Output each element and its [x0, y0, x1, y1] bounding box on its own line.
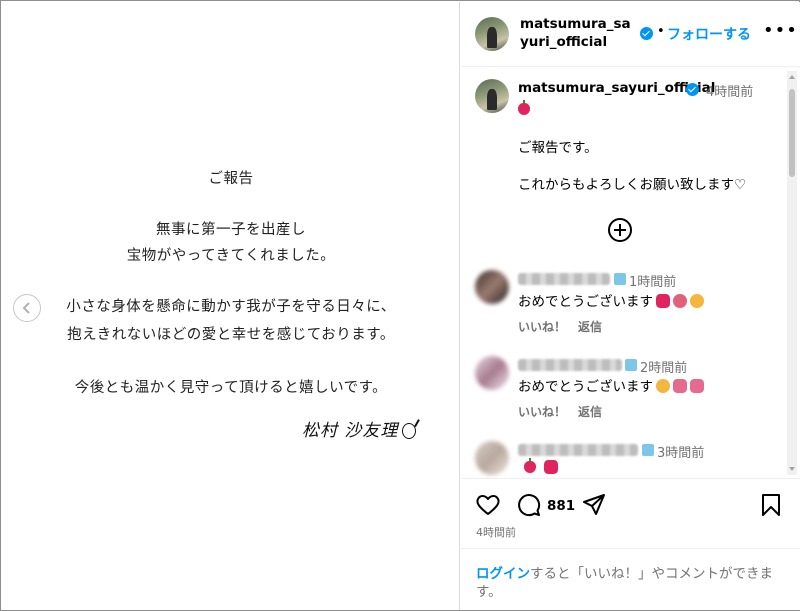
letter-line: 今後とも温かく見守って頂けると嬉しいです。 [74, 380, 388, 396]
handwritten-signature: 松村 沙友理 [302, 416, 417, 441]
like-heart-icon[interactable] [475, 493, 501, 517]
comment-avatar[interactable] [475, 441, 509, 475]
post-dialog: ご報告 無事に第一子を出産し 宝物がやってきてくれました。 小さな身体を懸命に動… [0, 0, 800, 611]
comment-badge-icon [642, 444, 654, 456]
share-paper-plane-icon[interactable] [582, 493, 606, 517]
login-prompt-text: ログインすると「いいね！」やコメントができます。 [476, 565, 786, 601]
post-caption: matsumura_sayuri_official 4時間前 ご報告です。 これ… [461, 68, 800, 193]
apple-doodle-icon [402, 423, 417, 439]
comments-scrollbar[interactable] [787, 71, 797, 475]
comment-username-blurred[interactable] [518, 359, 622, 371]
comment-badge-icon [614, 273, 626, 285]
follow-button[interactable]: フォローする [667, 24, 751, 44]
load-more-comments-icon[interactable] [608, 218, 632, 242]
like-comment-button[interactable]: いいね！ [518, 405, 566, 419]
reply-button[interactable]: 返信 [578, 320, 602, 334]
verified-badge-icon [686, 83, 699, 96]
like-comment-button[interactable]: いいね！ [518, 320, 566, 334]
letter-line: 宝物がやってきてくれました。 [126, 248, 336, 264]
heart-emoji-icon [656, 294, 670, 308]
comment-badge-icon [625, 359, 637, 371]
login-prompt: ログインすると「いいね！」やコメントができます。 [461, 548, 800, 610]
bouquet-emoji-icon [673, 379, 687, 393]
comment-avatar[interactable] [475, 270, 509, 304]
comments-section[interactable]: matsumura_sayuri_official 4時間前 ご報告です。 これ… [461, 68, 800, 478]
baby-emoji-icon [656, 379, 670, 393]
celebrate-emoji-icon [673, 294, 687, 308]
post-header: matsumura_sayuri_official • フォローする ••• [461, 2, 800, 67]
announcement-letter: ご報告 無事に第一子を出産し 宝物がやってきてくれました。 小さな身体を懸命に動… [2, 2, 460, 610]
scrollbar-thumb[interactable] [789, 89, 795, 177]
comment-bubble-icon[interactable] [516, 492, 542, 518]
post-timestamp[interactable]: 4時間前 [476, 524, 516, 540]
verified-badge-icon [640, 27, 653, 40]
more-options-icon[interactable]: ••• [763, 20, 798, 41]
caption-avatar[interactable] [475, 79, 509, 113]
caption-line: これからもよろしくお願い致します♡ [518, 177, 747, 193]
carousel-prev-button[interactable] [13, 294, 41, 322]
comment-text-label: おめでとうございます [518, 294, 653, 310]
scroll-down-arrow-icon[interactable] [789, 467, 795, 471]
comment-actions: いいね！ 返信 [518, 403, 614, 420]
comment-text-label: おめでとうございます [518, 379, 653, 395]
comment-text: おめでとうございます [518, 375, 704, 395]
login-link[interactable]: ログイン [476, 566, 530, 582]
letter-line: 抱えきれないほどの愛と幸せを感じております。 [67, 327, 395, 343]
post-actions: 881 4時間前 [461, 478, 800, 548]
bouquet-emoji-icon [690, 379, 704, 393]
comment-timestamp[interactable]: 1時間前 [629, 271, 676, 290]
separator-dot: • [657, 24, 665, 39]
apple-emoji-icon [518, 100, 530, 115]
signature-text: 松村 沙友理 [302, 421, 399, 441]
chevron-left-icon [22, 302, 30, 314]
comment-actions: いいね！ 返信 [518, 318, 614, 335]
apple-emoji-icon [524, 458, 536, 473]
caption-timestamp[interactable]: 4時間前 [706, 81, 753, 100]
caption-line: ご報告です。 [518, 140, 598, 156]
letter-line: 無事に第一子を出産し [156, 222, 306, 238]
profile-avatar[interactable] [475, 17, 509, 51]
scroll-up-arrow-icon[interactable] [789, 75, 795, 79]
comment-timestamp[interactable]: 2時間前 [640, 357, 687, 376]
comment-avatar[interactable] [475, 356, 509, 390]
comment-count: 881 [547, 498, 576, 514]
heart-emoji-icon [544, 460, 558, 474]
post-side-panel: matsumura_sayuri_official • フォローする ••• m… [461, 2, 800, 610]
comment-username-blurred[interactable] [518, 273, 610, 285]
comment-text: おめでとうございます [518, 290, 704, 310]
save-bookmark-icon[interactable] [761, 493, 781, 517]
header-username[interactable]: matsumura_sayuri_official [520, 15, 638, 51]
post-image: ご報告 無事に第一子を出産し 宝物がやってきてくれました。 小さな身体を懸命に動… [2, 2, 460, 610]
baby-emoji-icon [690, 294, 704, 308]
reply-button[interactable]: 返信 [578, 405, 602, 419]
letter-line: 小さな身体を懸命に動かす我が子を守る日々に、 [66, 299, 396, 315]
letter-title: ご報告 [208, 171, 254, 187]
comment-timestamp[interactable]: 3時間前 [657, 442, 704, 461]
comment-username-blurred[interactable] [518, 444, 638, 456]
comment-text [518, 458, 558, 476]
